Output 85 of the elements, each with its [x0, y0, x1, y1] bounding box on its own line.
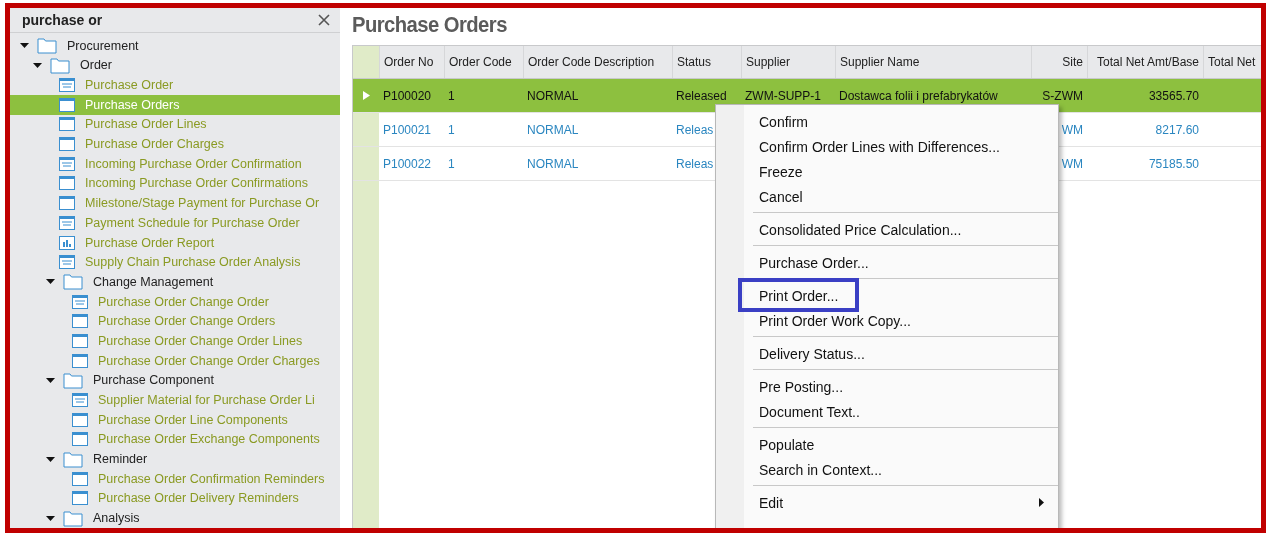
column-header[interactable]: Supplier	[741, 46, 835, 78]
menu-item[interactable]: Print Order...	[716, 283, 1058, 308]
folder-icon	[63, 273, 83, 291]
menu-item[interactable]: Delivery Status...	[716, 341, 1058, 366]
window-icon	[59, 176, 75, 191]
caret-down-icon[interactable]	[46, 513, 55, 523]
column-header[interactable]: Status	[672, 46, 741, 78]
table-cell: 1	[448, 156, 455, 171]
search-field[interactable]: purchase or	[22, 11, 272, 28]
menu-item[interactable]: Freeze	[716, 159, 1058, 184]
table-cell: S-ZWM	[1042, 88, 1083, 103]
column-header[interactable]: Order Code Description	[523, 46, 672, 78]
table-cell: WM	[1061, 122, 1083, 137]
window-icon	[72, 471, 88, 486]
table-cell: 33565.70	[1148, 88, 1199, 103]
menu-item[interactable]: Document Text..	[716, 399, 1058, 424]
caret-down-icon[interactable]	[46, 375, 55, 385]
table-cell: NORMAL	[527, 122, 579, 137]
tree-item[interactable]: Reminder	[10, 449, 340, 469]
table-cell: NORMAL	[527, 156, 579, 171]
caret-down-icon[interactable]	[46, 454, 55, 464]
column-header[interactable]: Total Net Amt/Base	[1087, 46, 1203, 78]
table-row[interactable]: P100020 1 NORMAL Released ZWM-SUPP-1 Dostawca folii i prefabrykatów S-ZWM 33565.70	[353, 79, 1261, 113]
table-cell: 75185.50	[1148, 156, 1199, 171]
table-cell: Dostawca folii i prefabrykatów	[839, 88, 998, 103]
caret-down-icon[interactable]	[46, 277, 55, 287]
bar-chart-icon	[59, 235, 75, 250]
window-icon	[59, 137, 75, 152]
window-icon	[72, 412, 88, 427]
table-cell: P100022	[383, 156, 432, 171]
form-icon	[72, 393, 88, 408]
tree-item[interactable]: Change Management	[10, 272, 340, 292]
column-header[interactable]: Total Net	[1203, 46, 1261, 78]
menu-item[interactable]: Pre Posting...	[716, 374, 1058, 399]
window-icon	[72, 491, 88, 506]
menu-item[interactable]: Cancel	[716, 184, 1058, 209]
window-icon	[72, 353, 88, 368]
table-cell: NORMAL	[527, 88, 579, 103]
column-header[interactable]: Order No	[379, 46, 444, 78]
header-corner	[353, 46, 379, 78]
table-cell: 1	[448, 122, 455, 137]
tree-item[interactable]: Purchase Component	[10, 370, 340, 391]
menu-item[interactable]: Search in Context...	[716, 457, 1058, 482]
window-icon	[72, 314, 88, 329]
menu-item[interactable]: Print Order Work Copy...	[716, 308, 1058, 333]
menu-item[interactable]: Purchase Order...	[716, 250, 1058, 275]
form-icon	[59, 78, 75, 93]
folder-icon	[63, 509, 83, 527]
window-icon	[72, 333, 88, 348]
window-icon	[72, 432, 88, 447]
menu-item[interactable]: Consolidated Price Calculation...	[716, 217, 1058, 242]
menu-item[interactable]: Edit	[716, 490, 1058, 515]
table-cell: Released	[676, 88, 727, 103]
column-header[interactable]: Supplier Name	[835, 46, 1031, 78]
folder-icon	[50, 56, 70, 74]
table-cell: P100021	[383, 122, 432, 137]
table-cell: ZWM-SUPP-1	[745, 88, 821, 103]
folder-icon	[63, 371, 83, 389]
column-header[interactable]: Site	[1031, 46, 1087, 78]
table-cell: Releas	[676, 156, 714, 171]
page-title: Purchase Orders	[352, 12, 508, 38]
folder-icon	[63, 450, 83, 468]
menu-item[interactable]: Confirm Order Lines with Differences...	[716, 134, 1058, 159]
form-icon	[59, 156, 75, 171]
tree-item[interactable]: Procurement	[10, 35, 340, 56]
tree-item[interactable]: Order	[10, 55, 340, 76]
table-cell: WM	[1061, 156, 1083, 171]
window-icon	[59, 117, 75, 132]
column-header[interactable]: Order Code	[444, 46, 523, 78]
menu-item[interactable]: Populate	[716, 432, 1058, 457]
close-icon	[318, 13, 330, 26]
form-icon	[59, 255, 75, 270]
window-icon	[59, 97, 75, 112]
close-button[interactable]	[316, 11, 332, 28]
table-cell: 8217.60	[1155, 122, 1199, 137]
tree-item[interactable]: Analysis	[10, 508, 340, 528]
table-cell: 1	[448, 88, 455, 103]
submenu-arrow-icon	[1039, 498, 1044, 507]
form-icon	[72, 294, 88, 309]
table-cell: Releas	[676, 122, 714, 137]
row-pointer-icon	[362, 91, 370, 100]
table-cell: P100020	[383, 88, 432, 103]
form-icon	[59, 215, 75, 230]
window-icon	[59, 196, 75, 211]
folder-icon	[37, 37, 57, 55]
